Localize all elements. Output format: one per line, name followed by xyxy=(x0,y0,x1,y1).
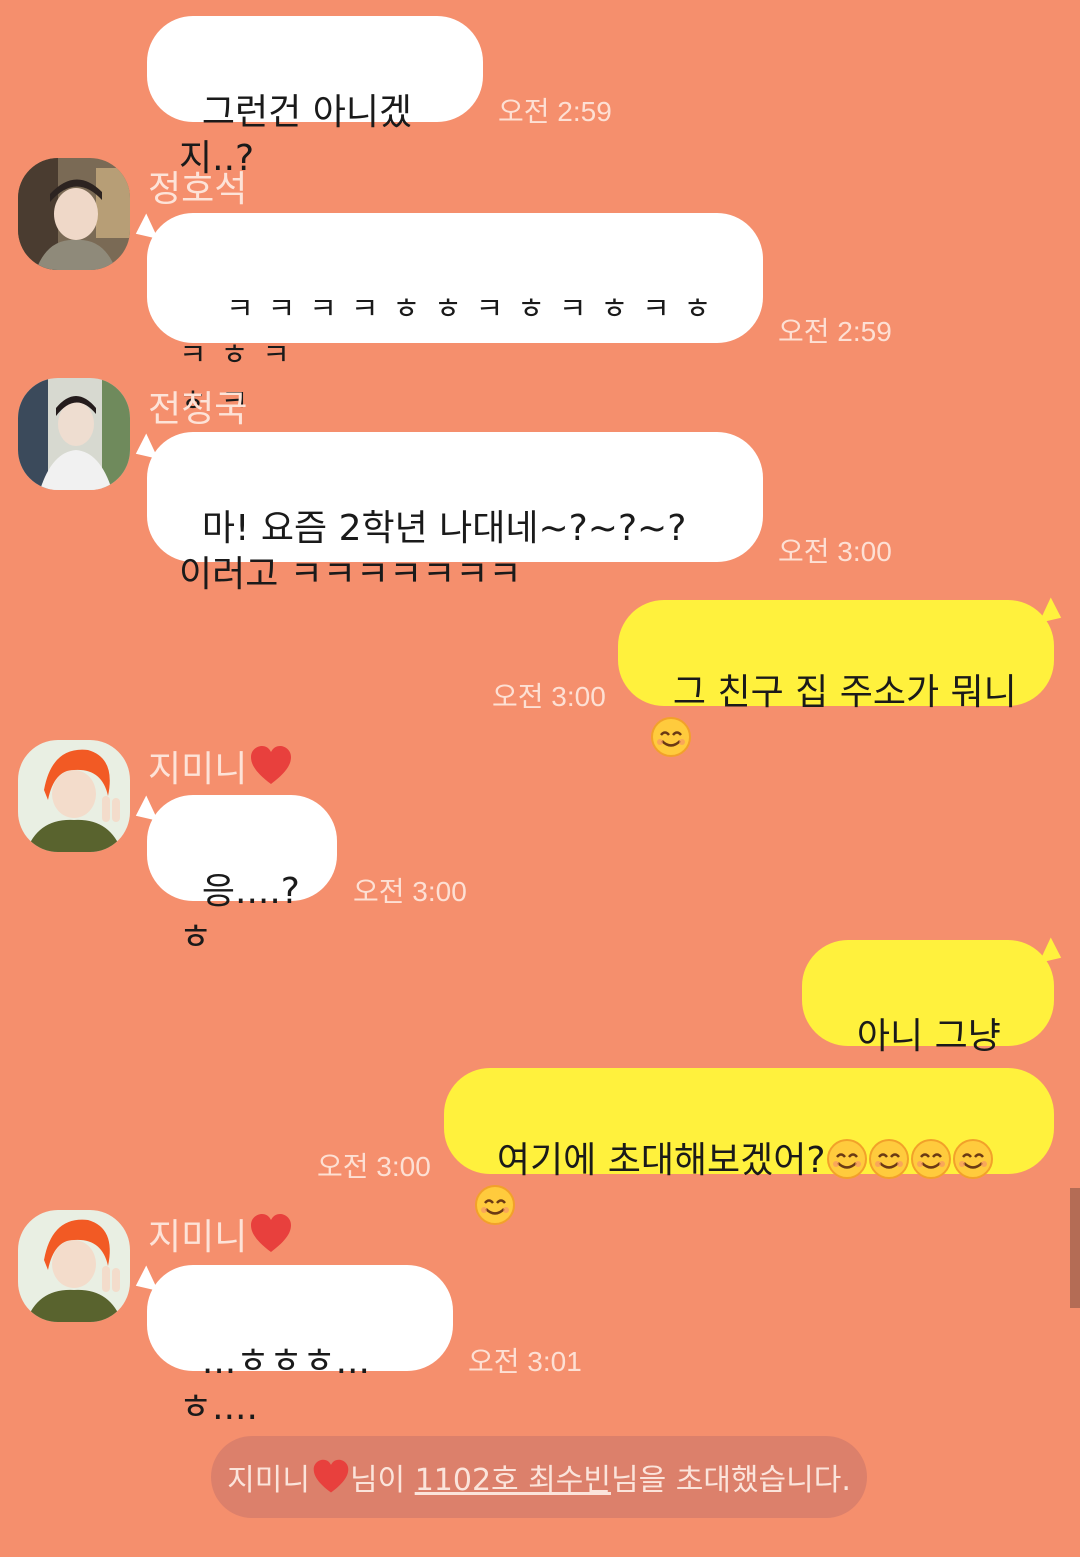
message-timestamp: 오전 3:00 xyxy=(492,681,606,712)
system-message: 지미니 님이 1102호 최수빈 님을 초대했습니다. xyxy=(211,1436,867,1518)
message-bubble[interactable]: 그런건 아니겠지..? xyxy=(147,16,483,179)
message-bubble[interactable]: 응....?ㅎ xyxy=(147,795,337,958)
system-inviter: 지미니 xyxy=(227,1463,310,1498)
message-text: 응....?ㅎ xyxy=(179,871,300,958)
smiling-face-icon xyxy=(952,1138,994,1180)
sender-name: 정호석 xyxy=(148,169,248,210)
smiling-face-icon xyxy=(868,1138,910,1180)
sender-name: 지미니 xyxy=(148,1208,293,1260)
scrollbar[interactable] xyxy=(1070,1188,1080,1308)
sender-name: 지미니 xyxy=(148,740,293,792)
avatar-photo xyxy=(18,740,130,852)
message-bubble[interactable]: 여기에 초대해보겠어? xyxy=(444,1068,1054,1225)
avatar-photo xyxy=(18,1210,130,1322)
message-timestamp: 오전 3:00 xyxy=(317,1151,431,1182)
avatar[interactable] xyxy=(18,740,130,852)
message-bubble[interactable]: ㅋㅋㅋㅋㅎㅎㅋㅎㅋㅎㅋㅎㅋㅎㅋ ㅎㅋ xyxy=(147,213,763,419)
smiling-face-icon xyxy=(650,716,692,758)
message-timestamp: 오전 3:00 xyxy=(353,876,467,907)
heart-icon xyxy=(249,744,293,788)
message-text: 마! 요즘 2학년 나대네~?~?~? 이러고 ㅋㅋㅋㅋㅋㅋㅋ xyxy=(179,508,687,595)
smiling-face-icon xyxy=(910,1138,952,1180)
message-text: 그 친구 집 주소가 뭐니 xyxy=(672,672,1017,713)
message-bubble[interactable]: 마! 요즘 2학년 나대네~?~?~? 이러고 ㅋㅋㅋㅋㅋㅋㅋ xyxy=(147,432,763,595)
message-bubble[interactable]: ...ㅎㅎㅎ...ㅎ.... xyxy=(147,1265,453,1428)
message-timestamp: 오전 2:59 xyxy=(778,316,892,347)
invitee-link[interactable]: 1102호 최수빈 xyxy=(415,1455,611,1499)
message-timestamp: 오전 2:59 xyxy=(498,96,612,127)
avatar[interactable] xyxy=(18,1210,130,1322)
sender-name: 전정국 xyxy=(148,389,248,430)
message-text: ㅋㅋㅋㅋㅎㅎㅋㅎㅋㅎㅋㅎㅋㅎㅋ ㅎㅋ xyxy=(179,292,726,419)
system-text: 님이 xyxy=(349,1463,415,1498)
avatar-photo xyxy=(18,378,130,490)
heart-icon xyxy=(249,1212,293,1256)
message-text: ...ㅎㅎㅎ...ㅎ.... xyxy=(179,1341,370,1428)
avatar[interactable] xyxy=(18,158,130,270)
heart-icon xyxy=(312,1458,350,1496)
message-timestamp: 오전 3:01 xyxy=(468,1346,582,1377)
message-bubble[interactable]: 그 친구 집 주소가 뭐니 xyxy=(618,600,1054,757)
message-text: 여기에 초대해보겠어? xyxy=(496,1140,826,1181)
smiling-face-icon xyxy=(474,1184,516,1226)
avatar-photo xyxy=(18,158,130,270)
smiling-face-icon xyxy=(826,1138,868,1180)
message-timestamp: 오전 3:00 xyxy=(778,536,892,567)
system-text: 님을 초대했습니다. xyxy=(610,1463,851,1498)
message-bubble[interactable]: 아니 그냥~~ xyxy=(802,940,1054,1103)
avatar[interactable] xyxy=(18,378,130,490)
